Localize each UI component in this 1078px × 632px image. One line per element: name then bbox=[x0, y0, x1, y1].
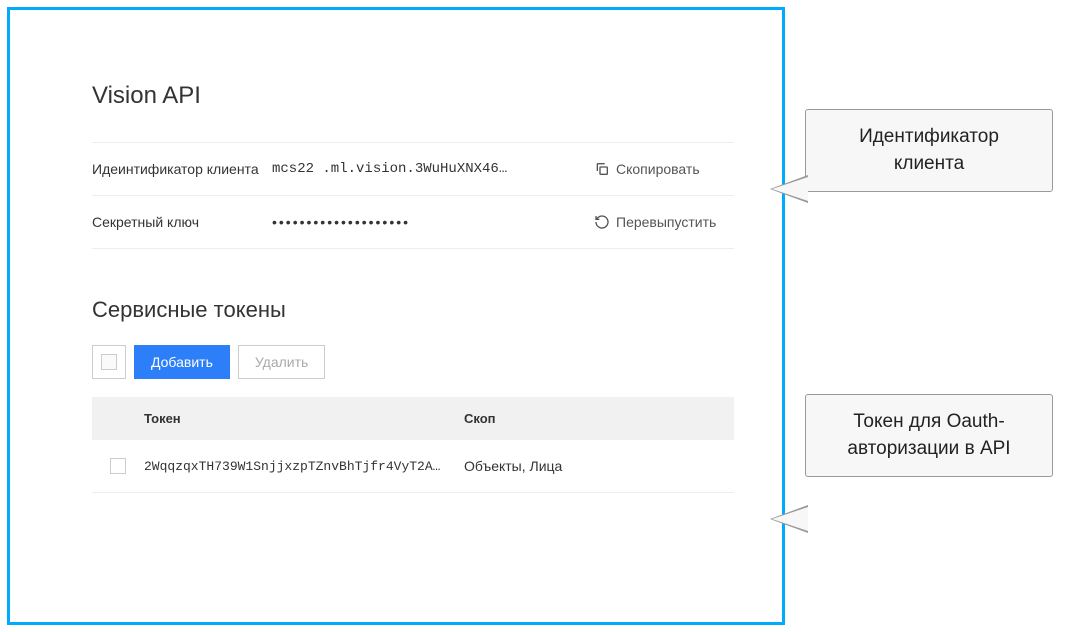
row-checkbox-cell bbox=[92, 458, 144, 474]
callout-pointer-2 bbox=[770, 505, 808, 533]
secret-key-value: •••••••••••••••••••• bbox=[272, 214, 594, 230]
tokens-title: Сервисные токены bbox=[92, 297, 734, 323]
header-token-column: Токен bbox=[144, 411, 464, 426]
secret-key-label: Секретный ключ bbox=[92, 214, 272, 230]
client-id-value: mcs22 .ml.vision.3WuHuXNX46… bbox=[272, 161, 594, 177]
tokens-toolbar: Добавить Удалить bbox=[92, 345, 734, 379]
token-value-cell: 2WqqzqxTH739W1SnjjxzpTZnvBhTjfr4VyT2A… bbox=[144, 459, 464, 474]
copy-label: Скопировать bbox=[616, 161, 700, 177]
token-scope-cell: Объекты, Лица bbox=[464, 458, 734, 474]
client-id-row: Идеинтификатор клиента mcs22 .ml.vision.… bbox=[92, 142, 734, 196]
callout-pointer-1 bbox=[770, 175, 808, 203]
select-all-checkbox[interactable] bbox=[92, 345, 126, 379]
client-id-label: Идеинтификатор клиента bbox=[92, 161, 272, 177]
section-title: Vision API bbox=[92, 82, 734, 110]
refresh-icon bbox=[594, 214, 610, 230]
header-scope-column: Скоп bbox=[464, 411, 734, 426]
reissue-label: Перевыпустить bbox=[616, 214, 716, 230]
callout-oauth-token: Токен для Oauth-авторизации в API bbox=[805, 394, 1053, 477]
tokens-section: Сервисные токены Добавить Удалить Токен … bbox=[92, 297, 734, 493]
main-panel: Vision API Идеинтификатор клиента mcs22 … bbox=[7, 7, 785, 625]
copy-icon bbox=[594, 161, 610, 177]
secret-key-row: Секретный ключ •••••••••••••••••••• Пере… bbox=[92, 196, 734, 249]
checkbox-inner bbox=[101, 354, 117, 370]
copy-client-id-button[interactable]: Скопировать bbox=[594, 161, 734, 177]
add-token-button[interactable]: Добавить bbox=[134, 345, 230, 379]
delete-token-button[interactable]: Удалить bbox=[238, 345, 325, 379]
client-id-value-text: mcs22 .ml.vision.3WuHuXNX46… bbox=[272, 161, 507, 177]
callout-client-id: Идентификатор клиента bbox=[805, 109, 1053, 192]
row-checkbox[interactable] bbox=[110, 458, 126, 474]
tokens-table-header: Токен Скоп bbox=[92, 397, 734, 440]
reissue-secret-button[interactable]: Перевыпустить bbox=[594, 214, 734, 230]
table-row: 2WqqzqxTH739W1SnjjxzpTZnvBhTjfr4VyT2A… О… bbox=[92, 440, 734, 493]
